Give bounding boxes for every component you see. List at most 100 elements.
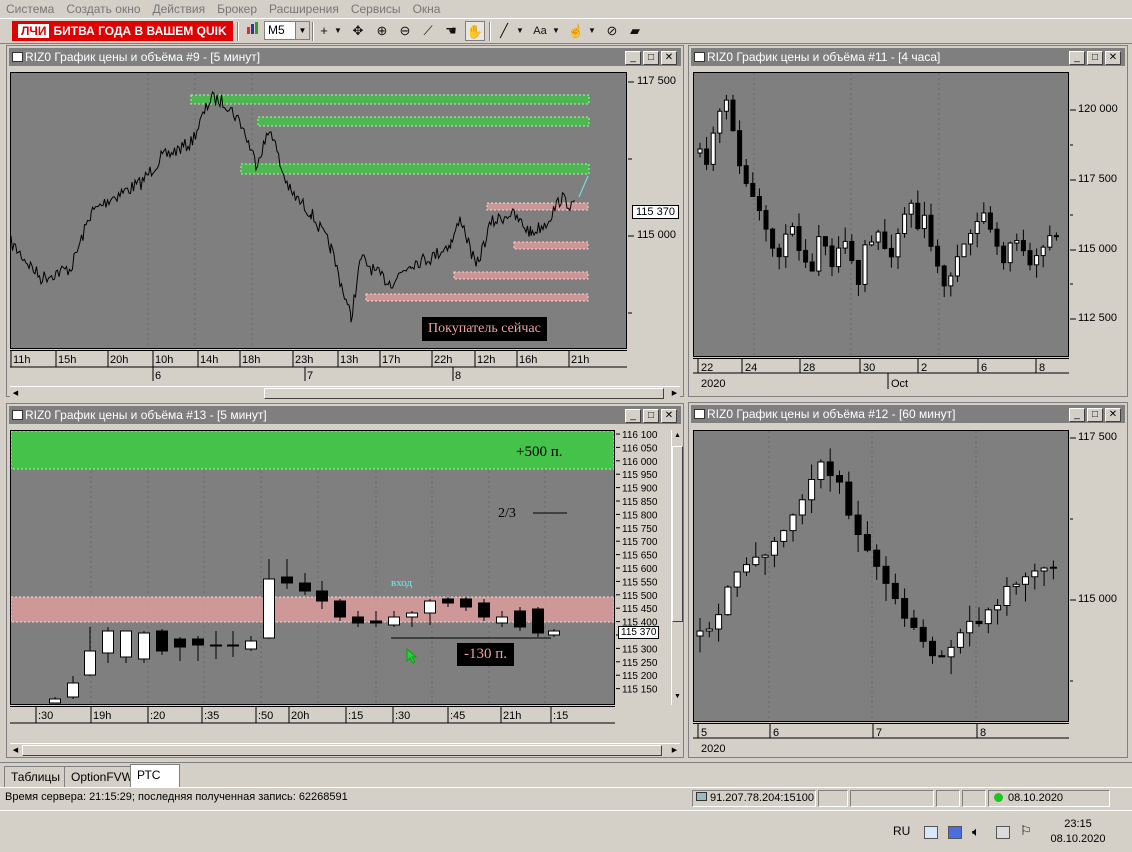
candle-up [1034, 255, 1040, 266]
tab-rts[interactable]: РТС [130, 764, 180, 787]
candle-up [966, 620, 974, 634]
chevron-down-icon[interactable]: ▼ [295, 22, 309, 39]
tab-tables[interactable]: Таблицы [4, 766, 68, 787]
menu-create-window[interactable]: Создать окно [60, 0, 146, 18]
clock-time: 23:15 [1064, 818, 1092, 830]
axis-label: 115 450 [622, 604, 658, 615]
time-axis: 11h 15h 20h 10h 14h 18h 23h 13h 17h 22h 12h 16h 21h 6… [10, 350, 627, 386]
maximize-button[interactable]: □ [1087, 51, 1103, 65]
scroll-right-icon[interactable]: ▶ [669, 745, 680, 756]
horizontal-scrollbar[interactable]: ◀ ▶ [10, 743, 680, 756]
candle-up [697, 148, 703, 154]
eraser-icon[interactable]: ▰ [625, 21, 645, 41]
zoom-in-icon[interactable]: ⊕ [372, 21, 392, 41]
line-icon[interactable]: ╱ [494, 21, 514, 41]
scroll-down-icon[interactable]: ▼ [672, 691, 683, 702]
interval-select[interactable]: M5 ▼ [264, 21, 310, 40]
candle-up [733, 571, 741, 588]
tray-cube-icon[interactable] [948, 826, 962, 839]
tab-optionfvw[interactable]: OptionFVW [64, 766, 141, 787]
hand-icon[interactable]: ☚ [441, 21, 461, 41]
quik-app-window: Система Создать окно Действия Брокер Расшире… [0, 0, 1132, 852]
candle-up [908, 202, 914, 215]
scroll-right-icon[interactable]: ▶ [669, 388, 680, 399]
candle-up [1022, 576, 1029, 585]
scroll-thumb[interactable] [264, 388, 664, 399]
chevron-down-icon[interactable]: ▼ [514, 21, 526, 41]
network-tray-icon[interactable] [996, 826, 1010, 839]
candle-up [817, 461, 825, 480]
candle-down [854, 514, 862, 536]
axis-label: 115 750 [622, 524, 658, 535]
scroll-left-icon[interactable]: ◀ [10, 388, 21, 399]
chevron-down-icon[interactable]: ▼ [586, 21, 598, 41]
flag-icon[interactable]: ⚐ [1020, 823, 1032, 839]
menu-system[interactable]: Система [0, 0, 60, 18]
price-plot[interactable] [693, 430, 1069, 722]
candle-down [888, 247, 894, 258]
volume-icon[interactable]: 🔈︎ [972, 824, 980, 840]
close-button[interactable]: ✕ [1105, 51, 1121, 65]
menu-actions[interactable]: Действия [147, 0, 212, 18]
candle-up [49, 698, 61, 704]
promo-banner[interactable]: ЛЧИ БИТВА ГОДА В ВАШЕМ QUIK [12, 21, 233, 41]
menu-broker[interactable]: Брокер [211, 0, 263, 18]
minimize-button[interactable]: _ [1069, 51, 1085, 65]
language-indicator[interactable]: RU [893, 824, 910, 838]
move-icon[interactable]: ✥ [348, 21, 368, 41]
price-plot[interactable]: Покупатель сейчас [10, 72, 627, 349]
price-plot[interactable]: +500 п. 2/3 вход -130 п. [10, 430, 615, 705]
axis-label: :15 [553, 710, 568, 722]
scroll-thumb[interactable] [672, 446, 683, 622]
window-title-bar[interactable]: RIZ0 График цены и объёма #9 - [5 минут]… [9, 48, 681, 66]
close-button[interactable]: ✕ [661, 51, 677, 65]
pan-icon[interactable]: ✋ [465, 21, 485, 41]
candle-up [1040, 246, 1046, 257]
price-plot[interactable] [693, 72, 1069, 357]
status-cell [936, 790, 960, 807]
tray-app-icon[interactable] [924, 826, 938, 839]
status-date: 08.10.2020 [1008, 792, 1064, 804]
axis-label: 11h [13, 354, 31, 366]
chevron-down-icon[interactable]: ▼ [332, 21, 344, 41]
axis-label: 115 600 [622, 564, 658, 575]
candle-up [1040, 567, 1048, 572]
current-price-label: 115 370 [632, 205, 679, 219]
toolbar-separator [489, 22, 491, 41]
close-button[interactable]: ✕ [1105, 408, 1121, 422]
candle-down [316, 590, 328, 602]
window-title-bar[interactable]: RIZ0 График цены и объёма #12 - [60 мину… [691, 405, 1125, 423]
red-zone [486, 202, 589, 211]
pointer-icon[interactable]: ☝ [566, 21, 586, 41]
maximize-button[interactable]: □ [643, 51, 659, 65]
candle-down [994, 228, 1000, 247]
candle-down [929, 640, 936, 657]
minimize-button[interactable]: _ [625, 51, 641, 65]
menu-extensions[interactable]: Расширения [263, 0, 345, 18]
chevron-down-icon[interactable]: ▼ [550, 21, 562, 41]
window-title-bar[interactable]: RIZ0 График цены и объёма #11 - [4 часа]… [691, 48, 1125, 66]
zoom-out-icon[interactable]: ⊖ [395, 21, 415, 41]
text-icon[interactable]: Aa [530, 21, 550, 41]
crosshair-icon[interactable]: + [314, 21, 334, 41]
window-title-bar[interactable]: RIZ0 График цены и объёма #13 - [5 минут… [9, 406, 681, 424]
scroll-left-icon[interactable]: ◀ [10, 745, 21, 756]
minimize-button[interactable]: _ [625, 409, 641, 423]
axis-label: 2020 [701, 378, 725, 390]
vertical-scrollbar[interactable]: ▲ ▼ [671, 430, 683, 705]
tray-clock[interactable]: 23:15 08.10.2020 [1050, 818, 1106, 845]
maximize-button[interactable]: □ [1087, 408, 1103, 422]
scroll-thumb[interactable] [22, 745, 662, 756]
minimize-button[interactable]: _ [1069, 408, 1085, 422]
interval-value: M5 [268, 23, 285, 37]
draw-toggle-icon[interactable]: ⊘ [602, 21, 622, 41]
close-button[interactable]: ✕ [661, 409, 677, 423]
ruler-icon[interactable]: ⟋ [418, 21, 438, 41]
menu-windows[interactable]: Окна [407, 0, 447, 18]
candle-up [424, 600, 436, 614]
menu-services[interactable]: Сервисы [345, 0, 407, 18]
maximize-button[interactable]: □ [643, 409, 659, 423]
horizontal-scrollbar[interactable]: ◀ ▶ [10, 386, 680, 399]
chart-settings-icon[interactable] [243, 21, 263, 41]
scroll-up-icon[interactable]: ▲ [672, 430, 683, 441]
